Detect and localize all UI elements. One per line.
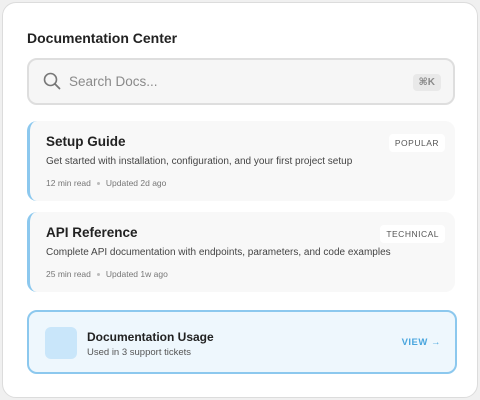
keyboard-shortcut-badge: ⌘K: [412, 74, 441, 91]
doc-meta: 12 min read Updated 2d ago: [46, 178, 166, 188]
search-input[interactable]: Search Docs... ⌘K: [27, 58, 455, 105]
page-title: Documentation Center: [27, 30, 178, 46]
separator-dot: [96, 181, 100, 185]
doc-description: Complete API documentation with endpoint…: [46, 247, 391, 258]
usage-title: Documentation Usage: [87, 330, 214, 344]
doc-card-setup-guide[interactable]: Setup Guide POPULAR Get started with ins…: [27, 121, 455, 201]
search-placeholder: Search Docs...: [69, 74, 158, 89]
usage-icon: [45, 327, 77, 359]
read-time: 12 min read: [46, 178, 91, 188]
usage-subtitle: Used in 3 support tickets: [87, 347, 192, 358]
doc-meta: 25 min read Updated 1w ago: [46, 269, 168, 279]
view-button[interactable]: VIEW →: [402, 337, 441, 348]
doc-title: API Reference: [46, 225, 138, 240]
doc-card-api-reference[interactable]: API Reference TECHNICAL Complete API doc…: [27, 212, 455, 292]
documentation-center-card: Documentation Center Search Docs... ⌘K S…: [2, 2, 478, 398]
separator-dot: [96, 272, 100, 276]
read-time: 25 min read: [46, 269, 91, 279]
doc-description: Get started with installation, configura…: [46, 156, 353, 167]
documentation-usage-panel: Documentation Usage Used in 3 support ti…: [27, 310, 457, 374]
doc-badge: TECHNICAL: [380, 225, 445, 243]
updated-time: Updated 1w ago: [105, 269, 168, 279]
search-icon: [43, 72, 61, 90]
doc-title: Setup Guide: [46, 134, 126, 149]
updated-time: Updated 2d ago: [105, 178, 167, 188]
doc-badge: POPULAR: [388, 134, 445, 152]
